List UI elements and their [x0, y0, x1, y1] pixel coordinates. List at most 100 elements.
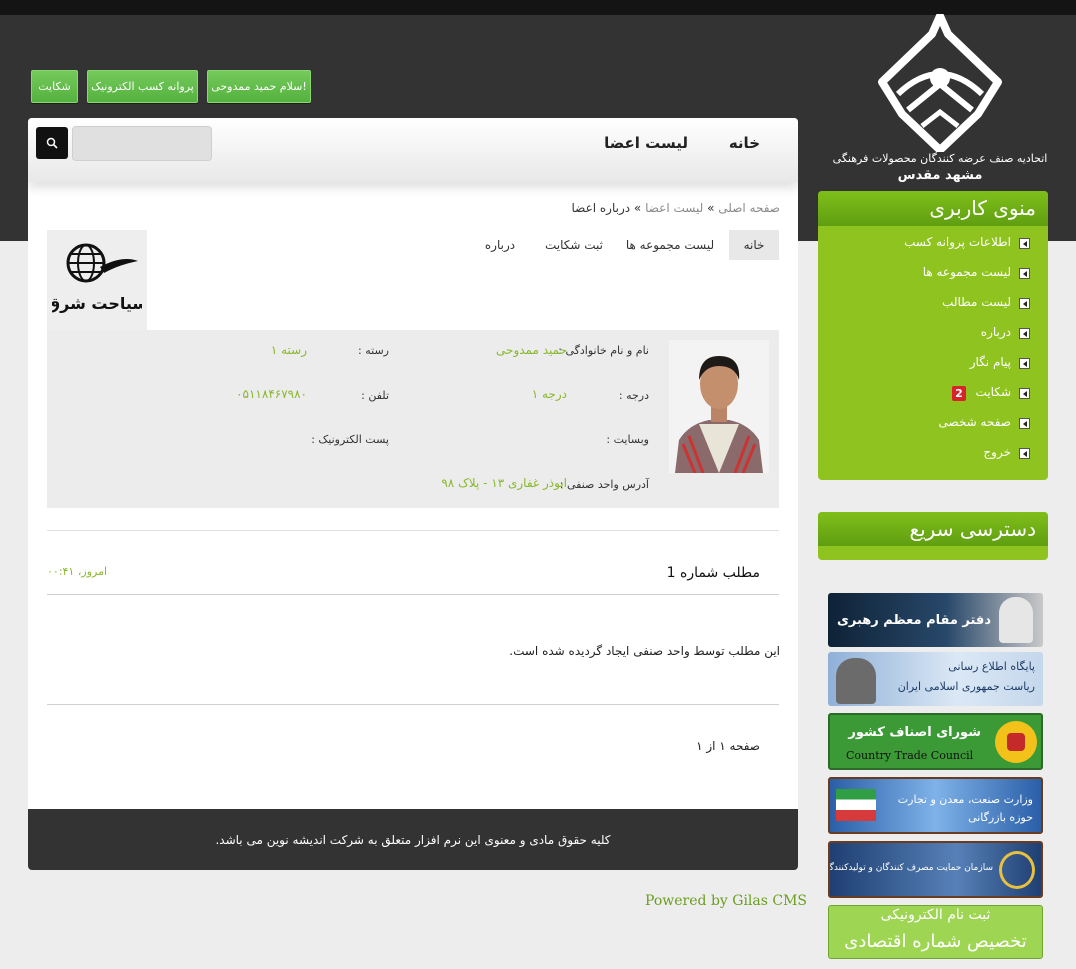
- menu-item-collections[interactable]: لیست مجموعه ها: [818, 264, 1048, 284]
- banner-eco-line1: ثبت نام الکترونیکی: [880, 907, 991, 923]
- arrow-left-icon: [1019, 298, 1030, 309]
- menu-item-logout[interactable]: خروج: [818, 444, 1048, 464]
- banner-economic-code[interactable]: ثبت نام الکترونیکی تخصیص شماره اقتصادی: [828, 905, 1043, 959]
- post-body: این مطلب توسط واحد صنفی ایجاد گردیده شده…: [509, 644, 780, 658]
- search-input[interactable]: [72, 126, 212, 161]
- partner-logo: سیاحت شرق: [47, 230, 147, 330]
- menu-item-label: لیست مطالب: [942, 295, 1011, 309]
- menu-item-label: صفحه شخصی: [938, 415, 1011, 429]
- gear-icon: [995, 721, 1037, 763]
- tab-home[interactable]: خانه: [729, 230, 779, 260]
- org-city: مشهد مقدس: [897, 168, 983, 183]
- divider: [47, 530, 779, 531]
- banner-consumer-text: سازمان حمایت مصرف کنندگان و تولیدکنندگان: [828, 863, 993, 873]
- banner-leader-office[interactable]: دفتر مقام معظم رهبری: [828, 593, 1043, 647]
- breadcrumb-home[interactable]: صفحه اصلی: [718, 201, 780, 215]
- banner-ministry-line2: حوزه بازرگانی: [968, 811, 1033, 824]
- copyright-text: کلیه حقوق مادی و معنوی این نرم افزار متع…: [215, 832, 611, 847]
- banner-trade-en: Country Trade Council: [846, 749, 974, 762]
- user-menu-title: منوی کاربری: [818, 191, 1048, 226]
- breadcrumb-current: درباره اعضا: [571, 201, 631, 215]
- search-button[interactable]: [36, 127, 68, 159]
- menu-item-label: خروج: [983, 445, 1011, 459]
- main-navbar: خانه لیست اعضا: [28, 118, 798, 182]
- complaint-button[interactable]: شکایت: [31, 70, 78, 103]
- email-label: پست الکترونیک :: [311, 433, 389, 446]
- pagination: صفحه ۱ از ۱: [696, 739, 760, 753]
- post-title[interactable]: مطلب شماره 1: [667, 565, 760, 581]
- arrow-left-icon: [1019, 388, 1030, 399]
- menu-item-license-info[interactable]: اطلاعات پروانه کسب: [818, 234, 1048, 254]
- complaint-count-badge: 2: [952, 386, 966, 401]
- breadcrumb-members[interactable]: لیست اعضا: [645, 201, 703, 215]
- menu-item-complaint[interactable]: شکایت 2: [818, 384, 1048, 404]
- menu-item-label: لیست مجموعه ها: [922, 265, 1011, 279]
- phone-label: تلفن :: [361, 389, 389, 402]
- org-name: اتحادیه صنف عرضه کنندگان محصولات فرهنگی: [832, 152, 1048, 165]
- arrow-left-icon: [1019, 358, 1030, 369]
- nav-members[interactable]: لیست اعضا: [604, 134, 688, 152]
- globe-logo-icon: سیاحت شرق: [52, 243, 142, 313]
- tab-complaint[interactable]: ثبت شکایت: [539, 230, 609, 260]
- banner-trade-fa: شورای اصناف کشور: [848, 725, 981, 740]
- banner-presidency[interactable]: پایگاه اطلاع رسانی ریاست جمهوری اسلامی ا…: [828, 652, 1043, 706]
- arrow-left-icon: [1019, 328, 1030, 339]
- user-menu: منوی کاربری اطلاعات پروانه کسب لیست مجمو…: [818, 191, 1048, 480]
- grade-label: درجه :: [618, 389, 649, 402]
- address-value[interactable]: ابوذر غفاری ۱۳ - پلاک ۹۸: [441, 476, 567, 490]
- arrow-left-icon: [1019, 448, 1030, 459]
- portrait-icon: [999, 597, 1033, 643]
- menu-item-posts[interactable]: لیست مطالب: [818, 294, 1048, 314]
- arrow-left-icon: [1019, 418, 1030, 429]
- menu-item-label: پیام نگار: [969, 355, 1011, 369]
- grade-value[interactable]: درجه ۱: [532, 387, 567, 401]
- address-label: آدرس واحد صنفی :: [559, 478, 649, 491]
- banner-eco-line2: تخصیص شماره اقتصادی: [844, 931, 1027, 952]
- flag-icon: [836, 789, 876, 821]
- union-emblem-icon: [878, 14, 1002, 152]
- arrow-left-icon: [1019, 268, 1030, 279]
- tab-about[interactable]: درباره: [475, 230, 525, 260]
- post-date: امروز، ۰۰:۴۱: [47, 565, 108, 578]
- member-photo: [669, 340, 769, 474]
- breadcrumb-separator: »: [707, 201, 715, 215]
- portrait-icon: [836, 658, 876, 704]
- quick-access: دسترسی سریع: [818, 512, 1048, 560]
- menu-item-label: شکایت: [975, 385, 1011, 399]
- banner-trade-council[interactable]: شورای اصناف کشور Country Trade Council: [828, 713, 1043, 770]
- category-value[interactable]: رسته ۱: [271, 343, 307, 357]
- menu-item-label: اطلاعات پروانه کسب: [904, 235, 1011, 249]
- category-label: رسته :: [358, 344, 389, 357]
- banner-consumer-protection[interactable]: سازمان حمایت مصرف کنندگان و تولیدکنندگان: [828, 841, 1043, 898]
- profile-tabs: خانه لیست مجموعه ها ثبت شکایت درباره: [148, 230, 779, 260]
- banner-ministry-line1: وزارت صنعت، معدن و تجارت: [897, 793, 1033, 806]
- quick-access-title: دسترسی سریع: [818, 512, 1048, 546]
- menu-item-about[interactable]: درباره: [818, 324, 1048, 344]
- banner-presidency-line2: ریاست جمهوری اسلامی ایران: [897, 680, 1035, 693]
- banner-ministry[interactable]: وزارت صنعت، معدن و تجارت حوزه بازرگانی: [828, 777, 1043, 834]
- breadcrumb-separator: »: [633, 201, 642, 215]
- name-value[interactable]: حمید ممدوحی: [496, 343, 567, 357]
- shield-icon: [999, 851, 1035, 889]
- name-label: نام و نام خانوادگی :: [558, 344, 649, 357]
- breadcrumb: صفحه اصلی » لیست اعضا » درباره اعضا: [572, 201, 781, 215]
- divider: [47, 594, 779, 595]
- member-profile: نام و نام خانوادگی : حمید ممدوحی رسته : …: [47, 330, 779, 508]
- website-label: وبسایت :: [606, 433, 649, 446]
- partner-logo-text: سیاحت شرق: [52, 294, 142, 313]
- site-logo[interactable]: اتحادیه صنف عرضه کنندگان محصولات فرهنگی …: [830, 14, 1050, 184]
- banner-presidency-line1: پایگاه اطلاع رسانی: [948, 660, 1035, 673]
- menu-item-messages[interactable]: پیام نگار: [818, 354, 1048, 374]
- greeting-button[interactable]: سلام حمید ممدوحی!: [207, 70, 311, 103]
- menu-item-profile-page[interactable]: صفحه شخصی: [818, 414, 1048, 434]
- license-button[interactable]: پروانه کسب الکترونیک: [87, 70, 198, 103]
- powered-by-link[interactable]: Powered by Gilas CMS: [645, 893, 807, 909]
- phone-value[interactable]: ۰۵۱۱۸۴۶۷۹۸۰: [236, 387, 307, 401]
- banner-leader-text: دفتر مقام معظم رهبری: [836, 613, 991, 628]
- search-icon: [46, 137, 58, 149]
- arrow-left-icon: [1019, 238, 1030, 249]
- nav-home[interactable]: خانه: [729, 134, 760, 152]
- tab-collections[interactable]: لیست مجموعه ها: [625, 230, 715, 260]
- main-panel: خانه لیست اعضا صفحه اصلی » لیست اعضا » د…: [28, 118, 798, 870]
- menu-item-label: درباره: [980, 325, 1011, 339]
